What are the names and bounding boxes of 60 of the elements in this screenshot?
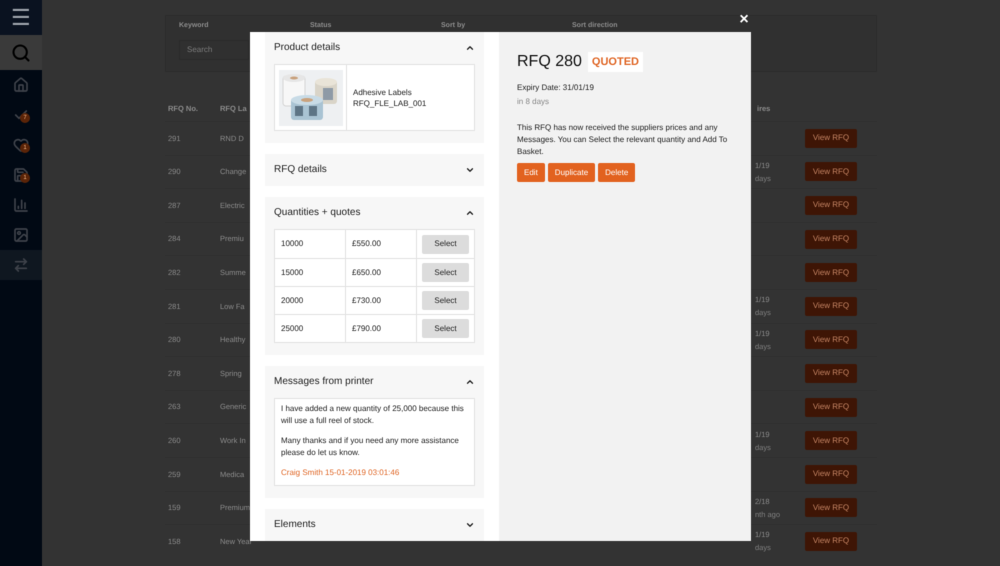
product-code: RFQ_FLE_LAB_001	[353, 98, 426, 108]
section-title: Quantities + quotes	[274, 206, 360, 220]
sidebar-item[interactable]	[0, 250, 42, 280]
section-header[interactable]: Elements	[274, 518, 475, 531]
section-header[interactable]: Quantities + quotes	[274, 206, 475, 219]
view-rfq-button[interactable]: View RFQ	[805, 162, 857, 182]
exchange-icon	[13, 257, 29, 273]
section-title: RFQ details	[274, 163, 327, 177]
select-button[interactable]: Select	[422, 291, 469, 310]
expiry-note: in 8 days	[517, 96, 550, 108]
price-cell: £730.00	[346, 287, 417, 314]
view-rfq-button[interactable]: View RFQ	[805, 330, 857, 350]
quantity-cell: 10000	[275, 230, 346, 258]
section-header[interactable]: RFQ details	[274, 163, 475, 176]
quantity-cell: 15000	[275, 259, 346, 286]
section-title: Messages from printer	[274, 375, 374, 389]
view-rfq-button[interactable]: View RFQ	[805, 296, 857, 316]
message-signature: Craig Smith 15-01-2019 03:01:46	[281, 467, 400, 479]
search-field[interactable]: Search	[179, 40, 249, 60]
view-rfq-button[interactable]: View RFQ	[805, 498, 857, 518]
quantity-cell: 20000	[275, 287, 346, 314]
close-button[interactable]: ×	[737, 13, 751, 27]
section-header[interactable]: Product details	[274, 41, 475, 54]
save-icon	[13, 167, 29, 183]
select-button[interactable]: Select	[422, 263, 469, 282]
view-rfq-button[interactable]: View RFQ	[805, 398, 857, 417]
product-name: Adhesive Labels	[353, 86, 413, 98]
view-rfq-button[interactable]: View RFQ	[805, 532, 857, 551]
bar-chart-icon	[13, 197, 29, 213]
select-button[interactable]: Select	[422, 234, 469, 254]
section-header[interactable]: Messages from printer	[274, 375, 475, 388]
select-button[interactable]: Select	[422, 319, 469, 338]
heart-icon	[13, 137, 29, 153]
price-cell: £790.00	[346, 315, 417, 342]
action-button[interactable]: Edit	[517, 163, 545, 182]
view-rfq-button[interactable]: View RFQ	[805, 230, 857, 249]
rfq-title: RFQ 280	[517, 52, 582, 72]
message-text: Many thanks and if you need any more assistance please do let us know.	[281, 435, 460, 459]
image-icon	[13, 227, 29, 243]
quantity-cell: 25000	[275, 315, 346, 342]
search-icon	[11, 42, 31, 62]
expiry-date: Expiry Date: 31/01/19	[517, 82, 594, 94]
rfq-description: This RFQ has now received the suppliers prices and any Messages. You can Select the relevant quantity and Add To Basket.	[517, 122, 728, 158]
section-title: Product details	[274, 41, 340, 55]
view-rfq-button[interactable]: View RFQ	[805, 263, 857, 282]
view-rfq-button[interactable]: View RFQ	[805, 464, 857, 484]
view-rfq-button[interactable]: View RFQ	[805, 196, 857, 215]
search-button[interactable]	[0, 35, 42, 70]
status-badge: QUOTED	[588, 52, 643, 72]
action-button[interactable]: Duplicate	[548, 163, 596, 182]
view-rfq-button[interactable]: View RFQ	[805, 364, 857, 383]
price-cell: £550.00	[346, 230, 417, 258]
message-text: I have added a new quantity of 25,000 because this will use a full reel of stock.	[281, 403, 465, 427]
section-title: Elements	[274, 518, 316, 532]
home-icon	[13, 77, 29, 93]
action-button[interactable]: Delete	[598, 163, 636, 182]
menu-button[interactable]: ☰	[0, 0, 42, 35]
price-cell: £650.00	[346, 259, 417, 286]
view-rfq-button[interactable]: View RFQ	[805, 128, 857, 148]
view-rfq-button[interactable]: View RFQ	[805, 431, 857, 450]
